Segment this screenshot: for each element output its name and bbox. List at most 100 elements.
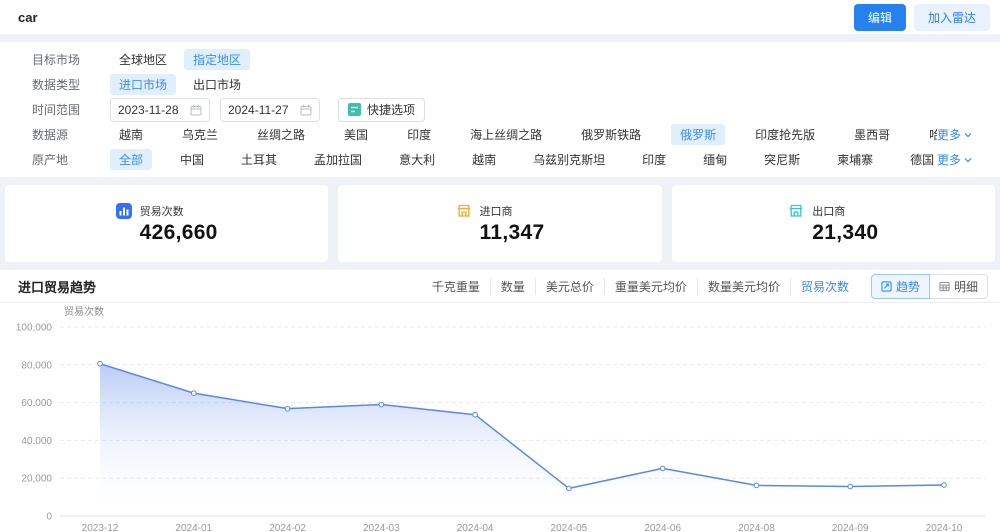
metric-tab[interactable]: 重量美元均价	[603, 277, 697, 295]
y-tick-label: 80,000	[21, 360, 52, 371]
filter-label: 目标市场	[32, 53, 81, 67]
data-point[interactable]	[97, 360, 103, 367]
metric-tab[interactable]: 美元总价	[534, 277, 604, 295]
edit-button[interactable]: 编辑	[853, 3, 906, 31]
quick-options-icon	[348, 103, 361, 116]
filter-label: 数据类型	[32, 78, 81, 92]
trend-panel: 进口贸易趋势 千克重量 数量 美元总价 重量美元均价 数量美元均价 贸易次数 趋势	[0, 270, 1000, 532]
trend-title: 进口贸易趋势	[18, 279, 97, 295]
filter-option[interactable]: 乌克兰	[173, 124, 227, 145]
x-tick-label: 2024-10	[926, 523, 963, 532]
y-tick-label: 100,000	[16, 323, 53, 334]
data-point[interactable]	[659, 465, 666, 472]
filter-option[interactable]: 全部	[110, 149, 153, 170]
filter-option[interactable]: 乌兹别克斯坦	[524, 149, 614, 170]
filter-option[interactable]: 指定地区	[184, 49, 251, 70]
start-date-value: 2023-11-28	[118, 102, 179, 117]
data-point[interactable]	[378, 401, 385, 408]
filter-row-data-type: 数据类型 进口市场 出口市场	[32, 72, 972, 97]
end-date-value: 2024-11-27	[228, 102, 289, 117]
filter-option[interactable]: 越南	[110, 124, 152, 145]
data-source-more-link[interactable]: 更多	[937, 126, 972, 143]
calendar-icon	[190, 104, 202, 115]
calendar-icon	[300, 104, 312, 115]
stat-label: 出口商	[812, 205, 846, 218]
x-tick-label: 2024-01	[175, 523, 212, 532]
metric-tab[interactable]: 数量	[489, 277, 535, 295]
data-point[interactable]	[941, 482, 947, 488]
filter-option[interactable]: 海上丝绸之路	[461, 124, 551, 145]
filter-option[interactable]: 印度	[398, 124, 440, 145]
area-fill	[100, 363, 944, 516]
view-trend-button[interactable]: 趋势	[870, 273, 930, 299]
top-bar: car 编辑 加入雷达	[0, 0, 1000, 34]
target-market-options: 全球地区 指定地区	[110, 49, 972, 70]
filter-option[interactable]: 丝绸之路	[248, 124, 314, 145]
data-point[interactable]	[284, 405, 291, 412]
stat-cards: 贸易次数 426,660 进口商 11,347 出口商 21,340	[5, 185, 995, 262]
y-tick-label: 60,000	[21, 398, 52, 409]
quick-options-button[interactable]: 快捷选项	[338, 97, 426, 122]
quick-options-label: 快捷选项	[367, 103, 416, 117]
filter-option[interactable]: 美国	[335, 124, 377, 145]
filter-option[interactable]: 孟加拉国	[305, 149, 371, 170]
filter-option[interactable]: 哈萨克斯坦	[920, 124, 937, 145]
filter-option[interactable]: 出口市场	[184, 74, 250, 95]
stat-card-importers: 进口商 11,347	[338, 185, 662, 262]
filter-option[interactable]: 进口市场	[110, 74, 177, 95]
filter-row-time-range: 时间范围 2023-11-28 2024-11-27 快捷选项	[32, 97, 972, 122]
data-point[interactable]	[566, 485, 572, 492]
add-radar-button[interactable]: 加入雷达	[913, 3, 990, 31]
y-tick-label: 40,000	[21, 436, 52, 447]
filter-option[interactable]: 俄罗斯铁路	[572, 124, 650, 145]
view-toggle: 趋势 明细	[870, 273, 988, 299]
origin-more-link[interactable]: 更多	[937, 151, 972, 168]
filter-option[interactable]: 墨西哥	[845, 124, 899, 145]
stat-value: 21,340	[812, 220, 879, 244]
y-tick-label: 0	[46, 512, 52, 523]
exporter-icon	[789, 204, 803, 217]
end-date-input[interactable]: 2024-11-27	[220, 97, 320, 122]
filter-option[interactable]: 印度抢先版	[746, 124, 824, 145]
start-date-input[interactable]: 2023-11-28	[110, 97, 210, 122]
data-point[interactable]	[472, 411, 478, 418]
stat-value: 11,347	[479, 220, 545, 244]
filter-option[interactable]: 意大利	[390, 149, 444, 170]
filter-option[interactable]: 印度	[633, 149, 675, 170]
view-detail-button[interactable]: 明细	[928, 273, 988, 299]
filter-row-data-source: 数据源 越南 乌克兰 丝绸之路 美国 印度 海上丝绸之路 俄罗斯铁路 俄罗斯 印度抢先版 墨西哥哈…	[32, 122, 972, 147]
metric-tab[interactable]: 贸易次数	[789, 277, 859, 295]
trend-header: 进口贸易趋势 千克重量 数量 美元总价 重量美元均价 数量美元均价 贸易次数 趋势	[0, 270, 1000, 303]
table-view-icon	[939, 281, 950, 291]
filter-option[interactable]: 德国	[901, 149, 937, 170]
trend-chart-area: 贸易次数 0 20,000 40,000 60,000 80,000 100,000 2023…	[0, 303, 1000, 532]
view-trend-label: 趋势	[895, 279, 920, 294]
filter-option[interactable]: 越南	[463, 149, 505, 170]
filter-label: 时间范围	[32, 103, 81, 117]
filter-option[interactable]: 柬埔寨	[828, 149, 882, 170]
stat-label: 贸易次数	[139, 205, 184, 218]
x-tick-label: 2024-04	[457, 523, 494, 532]
metric-tab[interactable]: 数量美元均价	[696, 277, 790, 295]
filter-option[interactable]: 土耳其	[232, 149, 286, 170]
filter-option[interactable]: 突尼斯	[755, 149, 809, 170]
bar-chart-icon	[115, 202, 132, 219]
data-type-options: 进口市场 出口市场	[110, 74, 972, 95]
filter-option[interactable]: 全球地区	[110, 49, 176, 70]
x-tick-label: 2024-02	[269, 523, 306, 532]
filter-label: 数据源	[32, 128, 69, 142]
x-tick-label: 2024-05	[551, 523, 588, 532]
metric-tab[interactable]: 千克重量	[422, 278, 490, 295]
y-axis-unit-label: 贸易次数	[64, 305, 104, 318]
stat-card-exporters: 出口商 21,340	[671, 185, 995, 262]
data-point[interactable]	[190, 390, 197, 396]
filter-option[interactable]: 缅甸	[694, 149, 736, 170]
x-tick-label: 2024-08	[738, 523, 775, 532]
stat-card-trade-count: 贸易次数 426,660	[5, 185, 329, 262]
filter-option[interactable]: 中国	[171, 149, 213, 170]
top-actions: 编辑 加入雷达	[853, 3, 990, 31]
data-point[interactable]	[847, 483, 854, 490]
filter-option[interactable]: 俄罗斯	[671, 124, 726, 145]
data-point[interactable]	[753, 482, 760, 489]
data-source-options: 越南乌克兰丝绸之路美国印度海上丝绸之路俄罗斯铁路俄罗斯印度抢先版墨西哥 哈萨克斯坦…	[110, 124, 937, 145]
